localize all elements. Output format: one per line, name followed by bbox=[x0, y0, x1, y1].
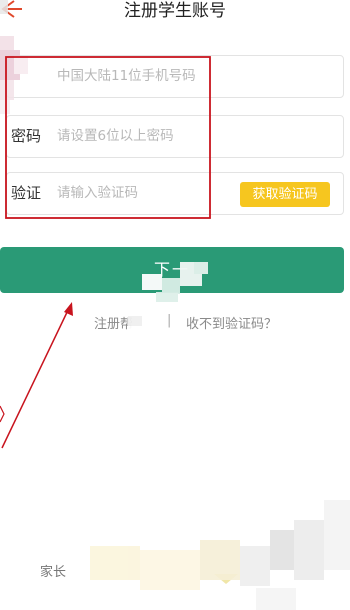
password-input[interactable]: 请设置6位以上密码 bbox=[57, 116, 174, 157]
phone-input[interactable]: 中国大陆11位手机号码 bbox=[57, 56, 196, 97]
app-header: 注册学生账号 bbox=[0, 0, 350, 28]
verification-field[interactable]: 验证 请输入验证码 获取验证码 bbox=[6, 172, 344, 215]
phone-field[interactable]: 中国大陆11位手机号码 bbox=[6, 55, 344, 98]
chevron-down-icon[interactable] bbox=[212, 572, 240, 586]
help-links: 注册帮 | 收不到验证码？ bbox=[0, 313, 350, 333]
next-button[interactable]: 下一 bbox=[0, 247, 344, 293]
parent-link[interactable]: 家长 bbox=[40, 561, 66, 580]
verification-label: 验证 bbox=[11, 184, 42, 202]
verification-input[interactable]: 请输入验证码 bbox=[57, 173, 138, 214]
link-separator: | bbox=[167, 313, 172, 328]
password-label: 密码 bbox=[11, 127, 42, 145]
password-field[interactable]: 密码 请设置6位以上密码 bbox=[6, 115, 344, 158]
blur-patch-bottom bbox=[90, 500, 350, 610]
page-title: 注册学生账号 bbox=[124, 1, 226, 21]
register-help-link[interactable]: 注册帮 bbox=[94, 313, 133, 332]
no-code-link[interactable]: 收不到验证码？ bbox=[186, 313, 277, 332]
get-code-button[interactable]: 获取验证码 bbox=[240, 182, 330, 207]
